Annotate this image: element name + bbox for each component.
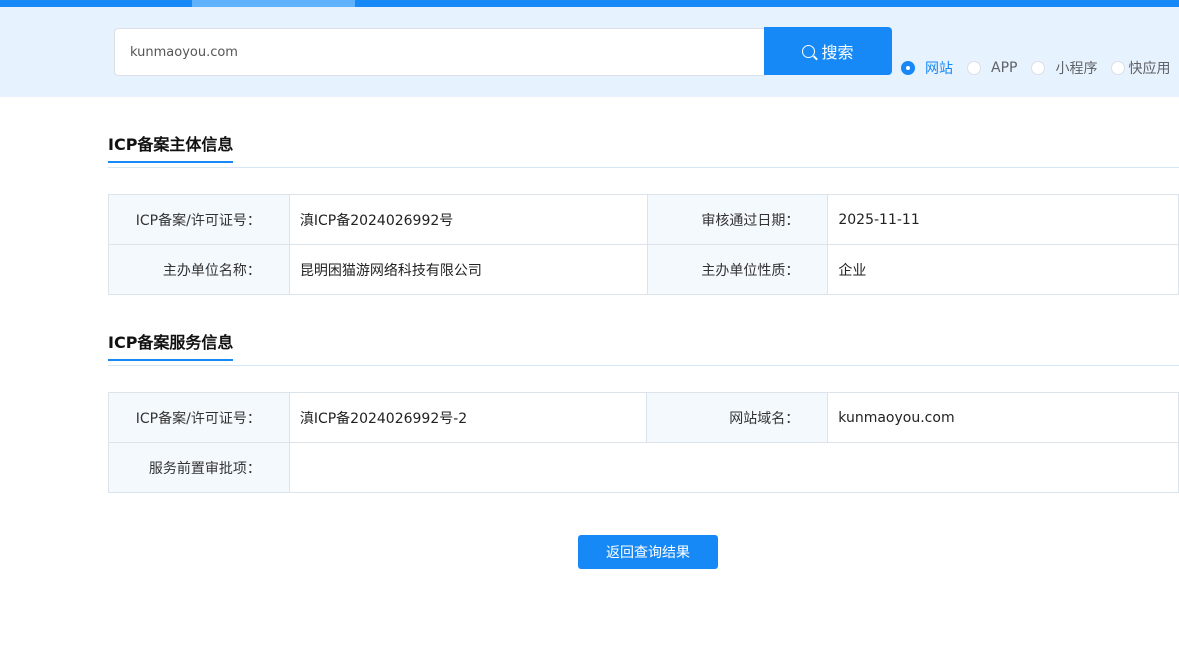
table-row: ICP备案/许可证号： 滇ICP备2024026992号 审核通过日期： 202… (108, 194, 1179, 245)
value-organizer-name: 昆明困猫游网络科技有限公司 (288, 244, 648, 295)
table-row: ICP备案/许可证号： 滇ICP备2024026992号-2 网站域名： kun… (108, 392, 1179, 443)
label-website-domain: 网站域名： (646, 392, 829, 443)
search-icon (802, 44, 816, 58)
radio-website-label: 网站 (925, 61, 953, 77)
radio-website-circle[interactable] (901, 61, 915, 75)
service-info-divider (108, 365, 1179, 366)
value-organizer-type: 企业 (827, 244, 1179, 295)
top-accent-bar-highlight (192, 0, 355, 7)
search-type-radio-group: 网站 APP 小程序 快应用 (901, 58, 1170, 78)
value-service-license-number: 滇ICP备2024026992号-2 (288, 392, 648, 443)
value-license-number: 滇ICP备2024026992号 (288, 194, 648, 245)
label-license-number: ICP备案/许可证号： (108, 194, 290, 245)
radio-app-label: APP (991, 60, 1018, 76)
table-row: 主办单位名称： 昆明困猫游网络科技有限公司 主办单位性质： 企业 (108, 244, 1179, 295)
subject-info-title: ICP备案主体信息 (108, 131, 234, 163)
value-website-domain: kunmaoyou.com (827, 392, 1179, 443)
table-row: 服务前置审批项： (108, 442, 1179, 493)
radio-quick-app-circle[interactable] (1111, 61, 1126, 75)
back-to-results-button[interactable]: 返回查询结果 (578, 535, 718, 569)
subject-info-table: ICP备案/许可证号： 滇ICP备2024026992号 审核通过日期： 202… (108, 194, 1179, 295)
top-accent-bar (0, 0, 1179, 7)
label-organizer-type: 主办单位性质： (646, 244, 829, 295)
radio-website[interactable]: 网站 (901, 58, 953, 78)
value-pre-approval (288, 442, 1179, 493)
search-input[interactable] (114, 28, 765, 76)
radio-mini-program-circle[interactable] (1031, 61, 1046, 75)
radio-mini-program[interactable]: 小程序 (1031, 58, 1097, 78)
search-button[interactable]: 搜索 (764, 27, 892, 75)
value-approval-date: 2025-11-11 (827, 194, 1179, 245)
search-button-label: 搜索 (821, 43, 854, 62)
radio-app-circle[interactable] (967, 61, 981, 75)
radio-mini-program-label: 小程序 (1055, 61, 1098, 77)
label-pre-approval: 服务前置审批项： (108, 442, 290, 493)
radio-app[interactable]: APP (967, 60, 1017, 76)
label-service-license-number: ICP备案/许可证号： (108, 392, 290, 443)
label-organizer-name: 主办单位名称： (108, 244, 290, 295)
service-info-title: ICP备案服务信息 (108, 329, 234, 361)
subject-info-divider (108, 167, 1179, 168)
radio-quick-app-label: 快应用 (1128, 61, 1171, 77)
radio-quick-app[interactable]: 快应用 (1111, 58, 1170, 78)
service-info-table: ICP备案/许可证号： 滇ICP备2024026992号-2 网站域名： kun… (108, 392, 1179, 493)
label-approval-date: 审核通过日期： (646, 194, 829, 245)
